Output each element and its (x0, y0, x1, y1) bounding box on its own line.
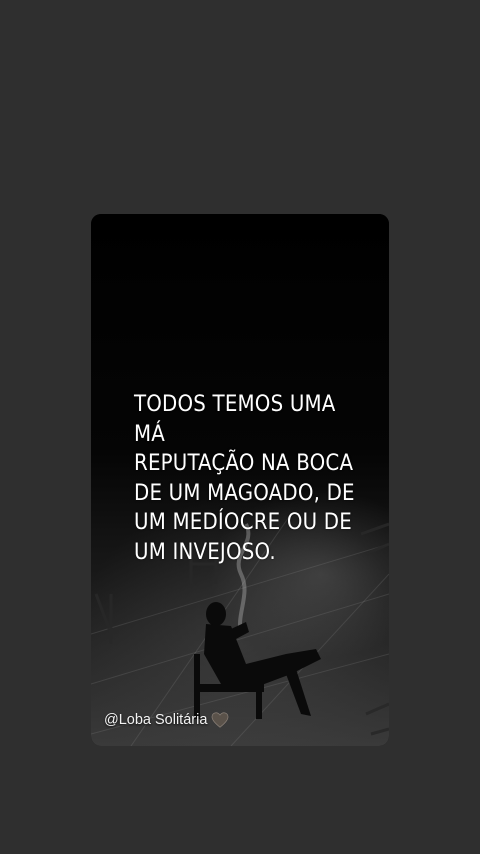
quote-text: Todos temos uma má reputação na boca de … (134, 392, 355, 565)
post-card[interactable]: Todos temos uma má reputação na boca de … (91, 214, 389, 746)
author-tag[interactable]: @Loba Solitária (104, 712, 229, 728)
seated-man-silhouette (194, 602, 321, 719)
heart-icon (212, 712, 229, 728)
story-screen: Todos temos uma má reputação na boca de … (0, 0, 480, 854)
author-name: @Loba Solitária (104, 712, 208, 728)
